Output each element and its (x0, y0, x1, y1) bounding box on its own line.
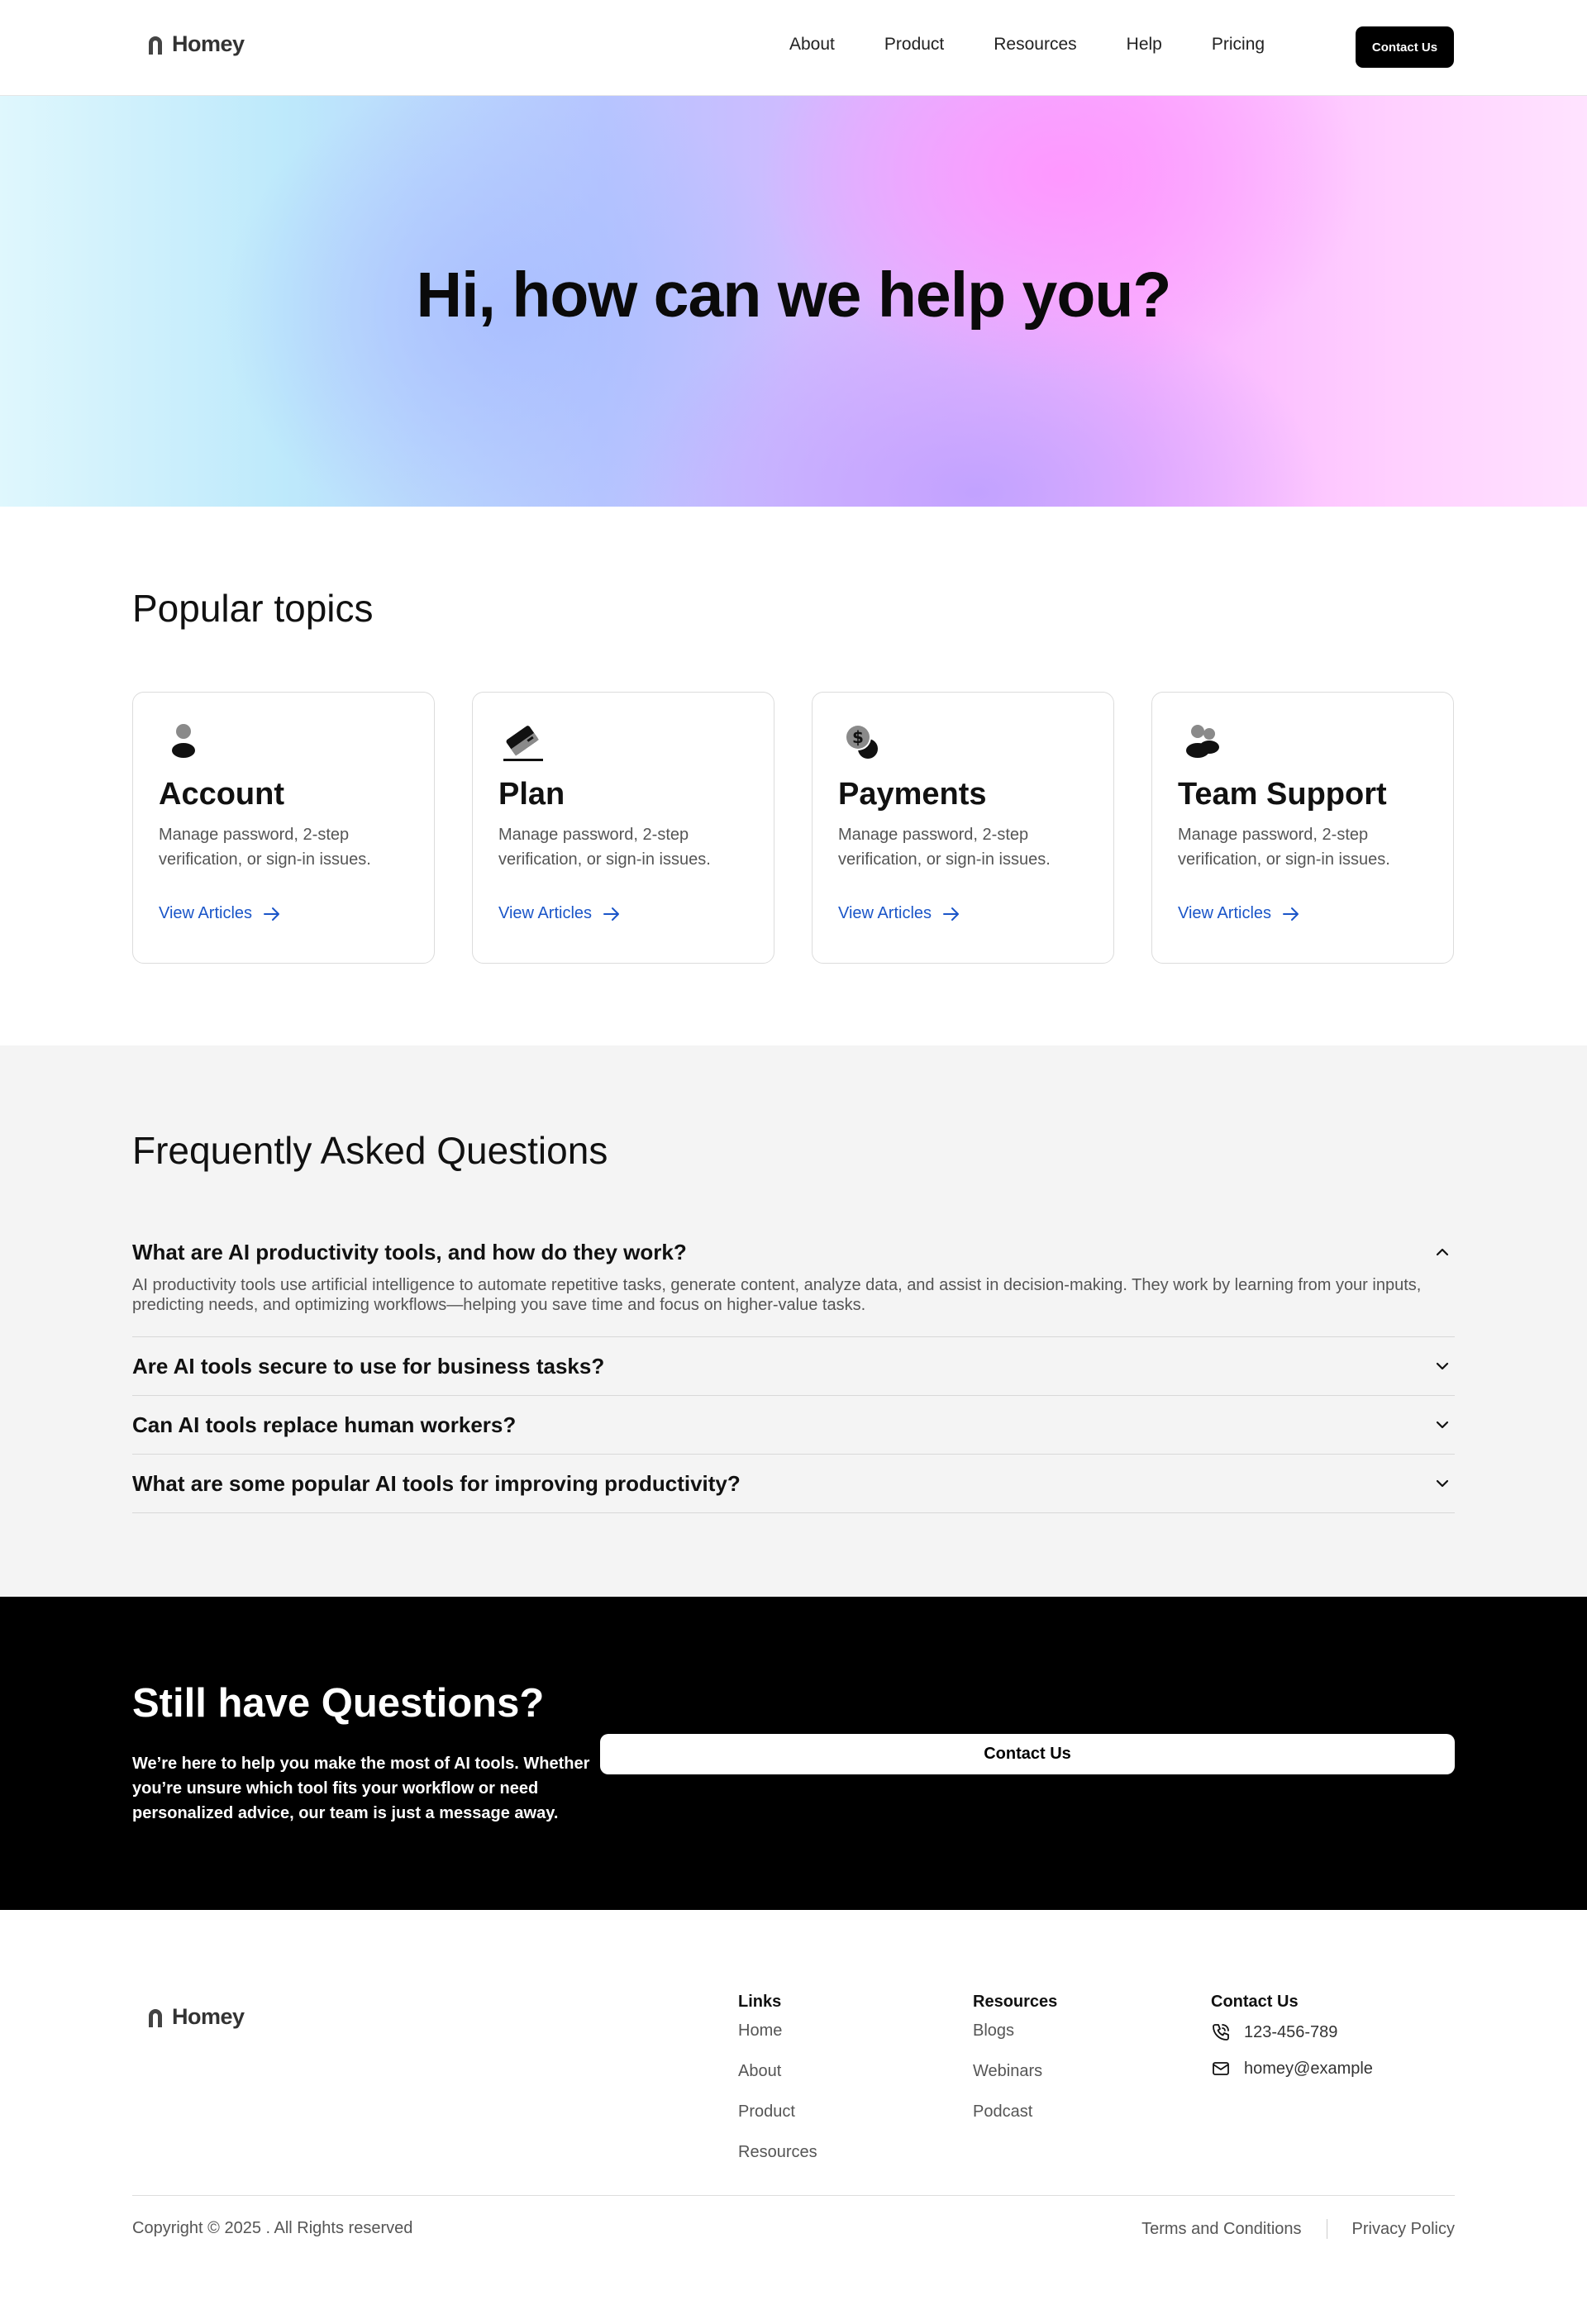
footer-link-blogs[interactable]: Blogs (973, 2022, 1057, 2062)
copyright-text: Copyright © 2025 . All Rights reserved (132, 2219, 413, 2237)
topic-card-title: Payments (838, 777, 987, 812)
footer-logo[interactable]: Homey (145, 2004, 245, 2030)
topic-card-title: Team Support (1178, 777, 1387, 812)
mail-icon (1213, 2062, 1229, 2075)
dollar-coins-icon: $ (845, 724, 878, 759)
faq-item[interactable]: What are some popular AI tools for impro… (132, 1455, 1455, 1513)
faq-item[interactable]: Are AI tools secure to use for business … (132, 1337, 1455, 1396)
cta-contact-button[interactable]: Contact Us (600, 1734, 1455, 1774)
logo-arch-icon (149, 36, 162, 55)
logo[interactable]: Homey (145, 31, 245, 57)
footer-link-podcast[interactable]: Podcast (973, 2103, 1057, 2143)
popular-topics-section: Popular topics Account Manage password, … (0, 507, 1587, 1045)
faq-question[interactable]: What are some popular AI tools for impro… (132, 1455, 1455, 1512)
arrow-right-icon (943, 907, 960, 921)
topic-card-description: Manage password, 2-step verification, or… (1178, 826, 1390, 869)
footer-divider (132, 2195, 1455, 2196)
footer-link-about[interactable]: About (738, 2062, 817, 2103)
view-articles-link[interactable]: View Articles (838, 904, 961, 923)
view-articles-link[interactable]: View Articles (1178, 904, 1301, 923)
logo-arch-icon (149, 2008, 162, 2027)
nav-pricing[interactable]: Pricing (1212, 35, 1265, 55)
view-articles-label: View Articles (159, 904, 253, 922)
topic-card-payments[interactable]: $ Payments Manage password, 2-step verif… (812, 692, 1114, 964)
topic-card-title: Plan (498, 777, 565, 812)
footer-contact-title: Contact Us (1211, 1993, 1299, 2011)
cta-section: Still have Questions? We’re here to help… (0, 1597, 1587, 1910)
topics-title: Popular topics (132, 587, 374, 630)
footer-phone-text: 123-456-789 (1244, 2022, 1338, 2041)
nav-product[interactable]: Product (884, 35, 944, 55)
footer-contact-column: Contact Us 123-456-789 homey@example (1211, 1993, 1373, 2089)
arrow-right-icon (603, 907, 620, 921)
cta-text: We’re here to help you make the most of … (132, 1755, 590, 1822)
nav-about[interactable]: About (789, 35, 835, 55)
header-contact-button[interactable]: Contact Us (1356, 26, 1454, 68)
topic-card-description: Manage password, 2-step verification, or… (159, 826, 371, 869)
footer-links-title: Links (738, 1993, 782, 2011)
hero-title: Hi, how can we help you? (416, 260, 1172, 331)
view-articles-label: View Articles (838, 904, 932, 922)
faq-item[interactable]: Can AI tools replace human workers? (132, 1396, 1455, 1455)
terms-link[interactable]: Terms and Conditions (1141, 2220, 1301, 2239)
view-articles-link[interactable]: View Articles (498, 904, 622, 923)
arrow-right-icon (264, 907, 280, 921)
phone-icon (1213, 2024, 1229, 2041)
site-header: Homey About Product Resources Help Prici… (0, 0, 1587, 96)
footer-email[interactable]: homey@example (1211, 2048, 1373, 2089)
chevron-down-icon[interactable] (1433, 1416, 1451, 1434)
view-articles-label: View Articles (1178, 904, 1272, 922)
chevron-down-icon[interactable] (1433, 1474, 1451, 1493)
svg-text:$: $ (852, 727, 864, 747)
footer-link-home[interactable]: Home (738, 2022, 817, 2062)
credit-card-icon (503, 726, 543, 761)
user-icon (172, 724, 195, 758)
site-footer: Homey Links Home About Product Resources… (0, 1910, 1587, 2324)
footer-resources-column: Resources Blogs Webinars Podcast (973, 1993, 1057, 2143)
topic-card-description: Manage password, 2-step verification, or… (498, 826, 711, 869)
arrow-right-icon (1283, 907, 1299, 921)
faq-question[interactable]: Are AI tools secure to use for business … (132, 1337, 1455, 1395)
faq-question[interactable]: What are AI productivity tools, and how … (132, 1229, 1455, 1275)
footer-links-column: Links Home About Product Resources (738, 1993, 817, 2184)
footer-link-webinars[interactable]: Webinars (973, 2062, 1057, 2103)
footer-email-text: homey@example (1244, 2059, 1373, 2078)
chevron-up-icon[interactable] (1433, 1243, 1451, 1261)
logo-text: Homey (172, 2004, 245, 2029)
footer-resources-title: Resources (973, 1993, 1058, 2011)
faq-section: Frequently Asked Questions What are AI p… (0, 1045, 1587, 1597)
faq-item[interactable]: What are AI productivity tools, and how … (132, 1229, 1455, 1337)
topic-card-description: Manage password, 2-step verification, or… (838, 826, 1051, 869)
view-articles-link[interactable]: View Articles (159, 904, 282, 923)
footer-link-product[interactable]: Product (738, 2103, 817, 2143)
hero-section: Hi, how can we help you? (0, 96, 1587, 507)
faq-answer: AI productivity tools use artificial int… (132, 1276, 1422, 1314)
cta-title: Still have Questions? (132, 1681, 545, 1726)
chevron-down-icon[interactable] (1433, 1357, 1451, 1375)
footer-link-resources[interactable]: Resources (738, 2143, 817, 2184)
footer-phone[interactable]: 123-456-789 (1211, 2017, 1373, 2048)
users-icon (1186, 725, 1219, 758)
faq-question[interactable]: Can AI tools replace human workers? (132, 1396, 1455, 1454)
nav-help[interactable]: Help (1127, 35, 1162, 55)
legal-links: Terms and Conditions Privacy Policy (1141, 2219, 1455, 2239)
logo-text: Homey (172, 31, 245, 56)
nav-resources[interactable]: Resources (994, 35, 1076, 55)
faq-title: Frequently Asked Questions (132, 1129, 608, 1172)
topic-card-title: Account (159, 777, 284, 812)
main-nav: About Product Resources Help Pricing (789, 35, 1265, 55)
topic-card-team-support[interactable]: Team Support Manage password, 2-step ver… (1151, 692, 1454, 964)
topic-cards: Account Manage password, 2-step verifica… (132, 692, 1454, 964)
privacy-link[interactable]: Privacy Policy (1352, 2220, 1455, 2239)
topic-card-plan[interactable]: Plan Manage password, 2-step verificatio… (472, 692, 774, 964)
topic-card-account[interactable]: Account Manage password, 2-step verifica… (132, 692, 435, 964)
faq-list: What are AI productivity tools, and how … (132, 1229, 1455, 1513)
view-articles-label: View Articles (498, 904, 593, 922)
